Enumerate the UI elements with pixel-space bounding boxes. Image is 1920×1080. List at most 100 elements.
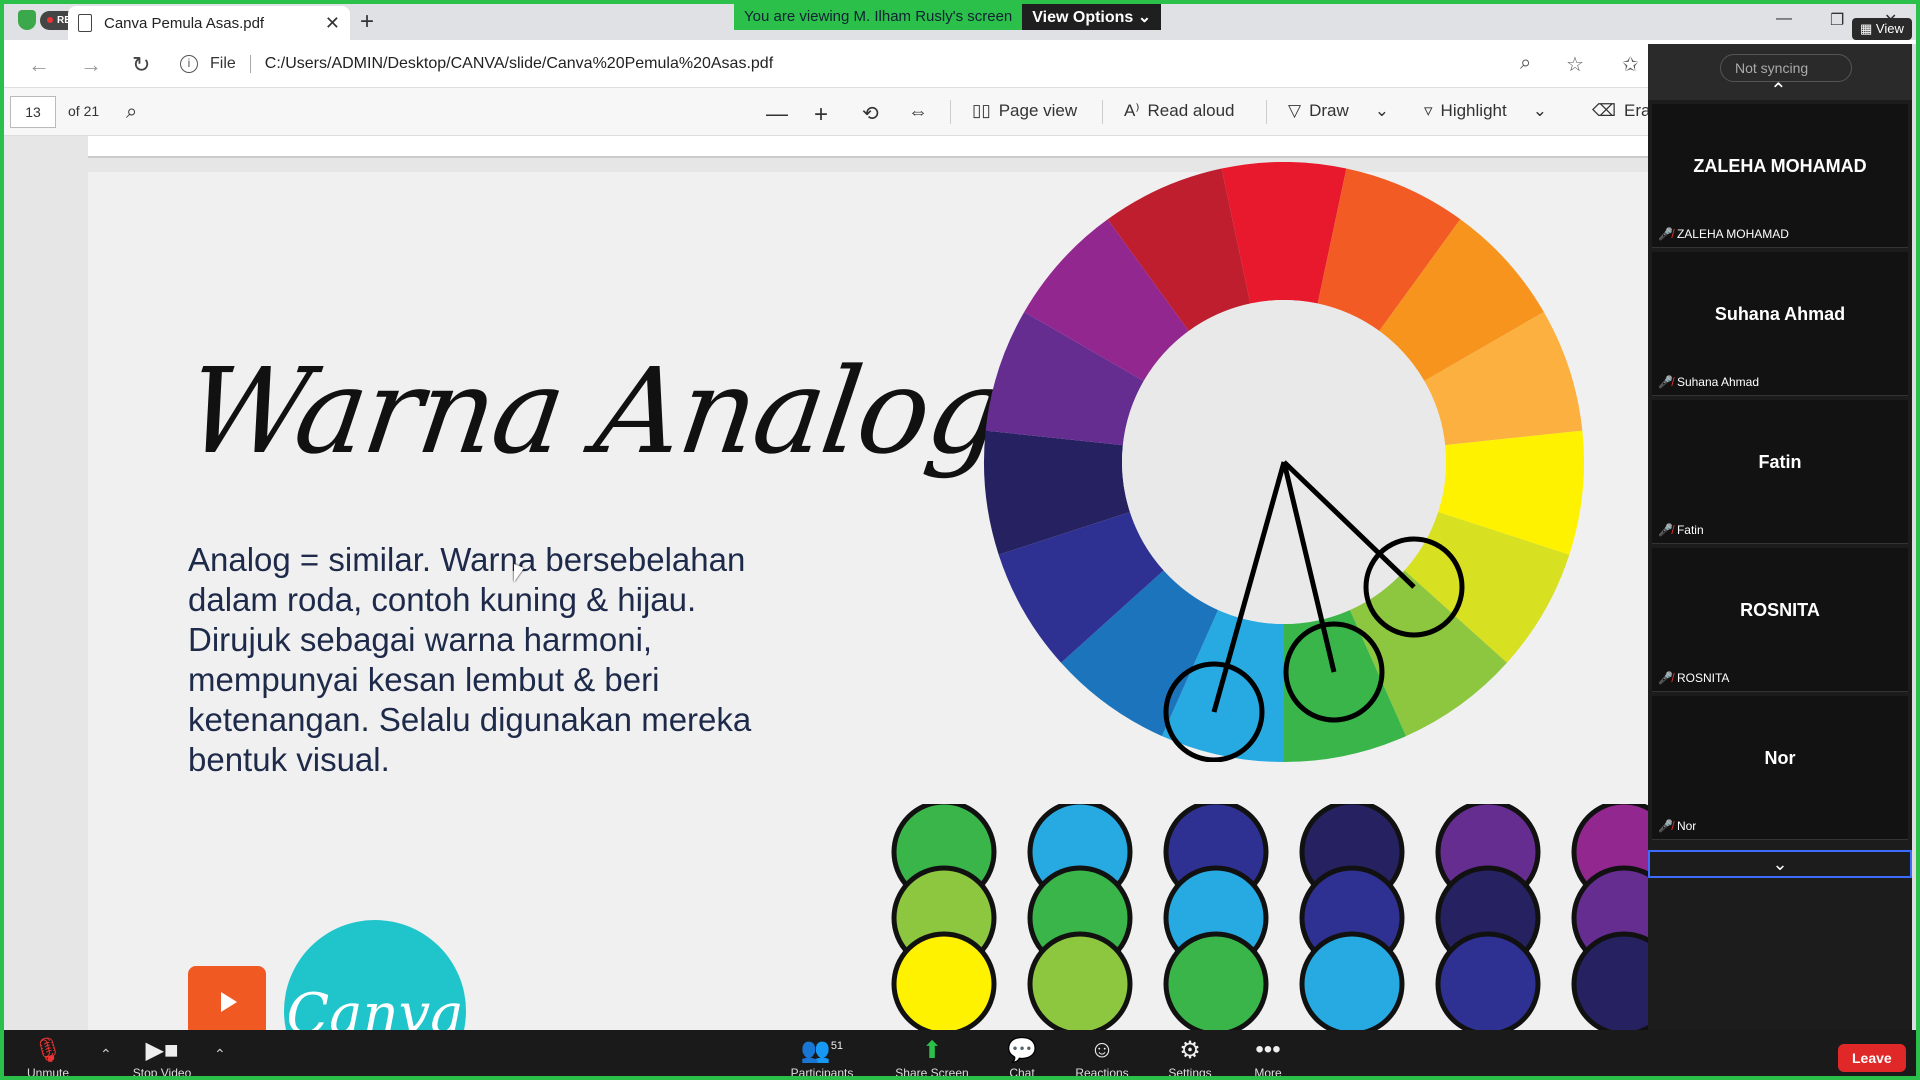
participant-label-text: Suhana Ahmad [1676,375,1760,389]
fit-page-icon[interactable]: ⇔ [908,101,928,124]
reload-icon[interactable]: ↻ [132,52,150,78]
participant-label: 🎤̸ Fatin [1658,523,1704,537]
zoom-icon[interactable]: ⌕ [1520,52,1531,75]
favorites-bar-icon[interactable]: ✩ [1622,52,1639,77]
more-button[interactable]: ••• More [1230,1036,1306,1080]
draw-label: Draw [1309,101,1349,120]
mouse-cursor-icon [514,564,524,582]
meeting-toolbar: 🎙 Unmute ⌃ ▶■ Stop Video ⌃ 👥51 Participants… [4,1030,1916,1080]
unmute-label: Unmute [26,1066,70,1080]
search-icon[interactable]: ⌕ [126,101,137,124]
url-text: C:/Users/ADMIN/Desktop/CANVA/slide/Canva… [264,55,774,72]
draw-button[interactable]: ▽ Draw ⌄ [1288,101,1389,121]
participant-label-text: ZALEHA MOHAMAD [1676,227,1789,241]
toolbar-divider [950,100,951,124]
favorite-icon[interactable]: ☆ [1566,52,1584,77]
highlight-button[interactable]: ▿ Highlight ⌄ [1424,101,1547,121]
browser-tab[interactable]: Canva Pemula Asas.pdf ✕ [68,6,350,40]
page-number-input[interactable]: 13 [10,96,56,128]
read-aloud-label: Read aloud [1147,101,1235,120]
participants-button[interactable]: 👥51 Participants [784,1036,860,1080]
restore-icon[interactable]: ❐ [1830,10,1844,30]
analog-swatch-grid [891,804,1648,1030]
canva-logo: Canva [284,920,466,1030]
toolbar-divider [1266,100,1267,124]
view-options-button[interactable]: View Options ⌄ [1022,4,1162,30]
erase-button[interactable]: ⌫ Era [1592,101,1651,121]
close-tab-icon[interactable]: ✕ [325,13,340,34]
rotate-icon[interactable]: ⟲ [862,101,879,126]
participant-label-text: Fatin [1676,523,1704,537]
vertical-scrollbar[interactable] [1912,44,1916,1030]
erase-label: Era [1624,101,1651,120]
page-view-label: Page view [998,101,1078,120]
participant-tile[interactable]: ROSNITA 🎤̸ ROSNITA [1652,548,1908,692]
muted-mic-icon: 🎤̸ [1658,671,1673,685]
zoom-in-icon[interactable]: + [814,101,828,129]
unmute-button[interactable]: 🎙 Unmute [10,1036,86,1080]
slide-body-text: Analog = similar. Warna bersebelahan dal… [188,541,752,778]
muted-mic-icon: 🎤̸ [1658,819,1673,833]
security-shield-icon [18,10,36,30]
participants-label: Participants [790,1066,854,1080]
browser-tab-bar: REC Canva Pemula Asas.pdf ✕ + You are vi… [4,4,1916,40]
viewing-message: You are viewing M. Ilham Rusly's screen [734,4,1023,30]
reactions-icon: ☺ [1089,1036,1115,1063]
muted-mic-icon: 🎤̸ [1658,523,1673,537]
share-screen-button[interactable]: ⬆ Share Screen [894,1036,970,1076]
zoom-out-icon[interactable]: — [766,101,788,127]
muted-mic-icon: 🎤̸ [1658,375,1673,389]
info-icon[interactable]: i [180,55,198,73]
new-tab-button[interactable]: + [360,8,374,36]
chevron-up-icon[interactable]: ⌃ [1770,78,1787,103]
color-wheel [984,162,1584,762]
gear-icon: ⚙ [1179,1037,1201,1064]
minimize-icon[interactable]: — [1776,10,1792,28]
panel-header: Not syncing ⌃ [1648,44,1916,103]
color-swatch [1163,931,1269,1030]
participant-tile[interactable]: Fatin 🎤̸ Fatin [1652,400,1908,544]
participant-label: 🎤̸ Suhana Ahmad [1658,375,1759,389]
previous-page-edge [88,136,1648,158]
leave-button[interactable]: Leave [1838,1044,1906,1072]
muted-mic-icon: 🎙 [32,1037,64,1064]
page-view-button[interactable]: ▯▯ Page view [972,101,1077,121]
chevron-down-icon[interactable]: ⌄ [1648,850,1912,878]
participant-tile[interactable]: Nor 🎤̸ Nor [1652,696,1908,840]
pdf-document-area[interactable]: Warna Analog Analog = similar. Warna ber… [4,136,1648,1030]
color-swatch [1027,931,1133,1030]
muted-mic-icon: 🎤̸ [1658,227,1673,241]
settings-button[interactable]: ⚙ Settings [1152,1036,1228,1076]
participant-tile[interactable]: ZALEHA MOHAMAD 🎤̸ ZALEHA MOHAMAD [1652,104,1908,248]
chevron-down-icon[interactable]: ⌄ [1375,101,1389,121]
participant-tile[interactable]: Suhana Ahmad 🎤̸ Suhana Ahmad [1652,252,1908,396]
page-total: of 21 [68,103,100,119]
participant-name: ROSNITA [1740,600,1820,620]
chat-button[interactable]: 💬 Chat [984,1036,1060,1076]
slide-title: Warna Analog [178,342,1012,480]
pdf-toolbar: 13 of 21 ⌕ — + ⟲ ⇔ ▯▯ Page view A⁾ Read al… [4,88,1651,136]
zoom-view-button[interactable]: ▦ View [1852,18,1912,40]
stop-video-button[interactable]: ▶■ Stop Video [124,1036,200,1076]
chevron-up-icon[interactable]: ⌃ [100,1046,112,1063]
chevron-down-icon[interactable]: ⌄ [1533,101,1547,121]
view-options-label: View Options [1032,9,1134,26]
more-label: More [1254,1066,1282,1080]
reactions-label: Reactions [1075,1066,1129,1080]
tab-title: Canva Pemula Asas.pdf [104,14,265,32]
url-field[interactable]: i File C:/Users/ADMIN/Desktop/CANVA/slid… [180,48,1570,80]
color-swatch [1299,931,1405,1030]
more-dots-icon: ••• [1255,1036,1281,1063]
read-aloud-button[interactable]: A⁾ Read aloud [1124,101,1234,121]
back-icon[interactable]: ← [28,52,50,78]
participant-label: 🎤̸ ZALEHA MOHAMAD [1658,227,1789,241]
participant-label-text: ROSNITA [1676,671,1730,685]
highlight-icon: ▿ [1424,101,1433,120]
chevron-up-icon[interactable]: ⌃ [214,1046,226,1063]
read-aloud-icon: A⁾ [1124,101,1140,120]
participant-panel: Not syncing ⌃ ZALEHA MOHAMAD 🎤̸ ZALEHA MO… [1648,44,1916,1030]
page-view-icon: ▯▯ [972,101,991,120]
reactions-button[interactable]: ☺ Reactions [1064,1036,1140,1080]
color-swatch [1435,931,1541,1030]
forward-icon[interactable]: → [80,52,102,78]
